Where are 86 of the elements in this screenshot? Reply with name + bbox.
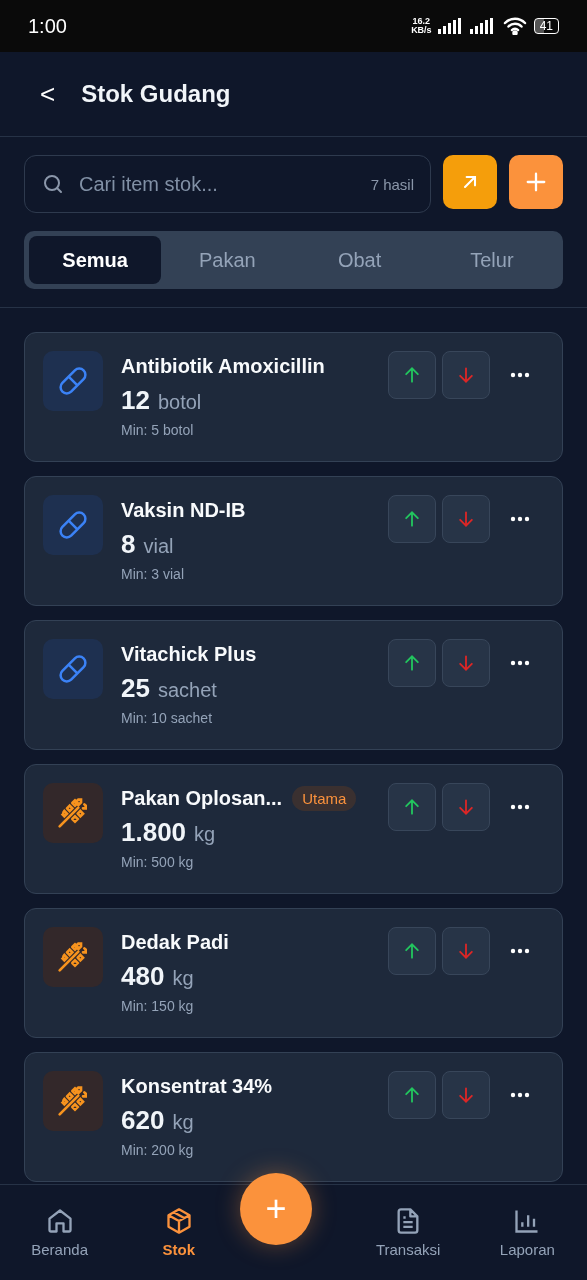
stock-out-button[interactable]: [442, 1071, 490, 1119]
more-icon: [510, 372, 530, 378]
stock-in-button[interactable]: [388, 783, 436, 831]
minimum-stock: Min: 3 vial: [121, 566, 186, 582]
signal-icon: [469, 18, 496, 34]
item-quantity: 25: [121, 673, 150, 704]
export-button[interactable]: [443, 155, 497, 209]
item-tag: Utama: [292, 785, 357, 811]
arrow-up-icon: [402, 797, 422, 817]
wheat-icon: [57, 1085, 89, 1117]
item-unit: vial: [143, 535, 174, 558]
search-bar[interactable]: Cari item stok... 7 hasil: [24, 155, 431, 213]
nav-item[interactable]: Laporan: [467, 1206, 587, 1259]
arrow-down-icon: [456, 1085, 476, 1105]
item-unit: kg: [172, 967, 194, 990]
wheat-icon: [57, 941, 89, 973]
item-name: Dedak Padi: [121, 930, 229, 954]
stock-in-button[interactable]: [388, 927, 436, 975]
battery-indicator: 41: [533, 18, 559, 34]
arrow-down-icon: [456, 509, 476, 529]
result-count: 7 hasil: [370, 175, 414, 193]
minimum-stock: Min: 200 kg: [121, 1142, 195, 1158]
more-icon: [510, 948, 530, 954]
arrow-down-icon: [456, 653, 476, 673]
item-unit: botol: [157, 391, 202, 414]
stock-out-button[interactable]: [442, 495, 490, 543]
stock-in-button[interactable]: [388, 1071, 436, 1119]
search-input[interactable]: Cari item stok...: [77, 171, 359, 197]
item-quantity: 1.800: [121, 817, 187, 848]
item-name: Vitachick Plus: [121, 642, 257, 666]
page-title: Stok Gudang: [81, 80, 231, 108]
nav-item[interactable]: Stok: [119, 1206, 239, 1259]
more-icon: [510, 804, 530, 810]
minimum-stock: Min: 500 kg: [121, 854, 195, 870]
arrow-down-icon: [456, 797, 476, 817]
arrow-down-icon: [456, 365, 476, 385]
network-speed: 16.2 KB/s: [411, 17, 432, 35]
arrow-up-icon: [402, 509, 422, 529]
more-icon: [510, 660, 530, 666]
category-tab[interactable]: Semua: [29, 236, 162, 284]
search-icon: [41, 172, 65, 196]
wifi-icon: [501, 17, 528, 35]
stock-in-button[interactable]: [388, 495, 436, 543]
signal-icon: [437, 18, 464, 34]
stock-out-button[interactable]: [442, 351, 490, 399]
item-name: Antibiotik Amoxicillin: [121, 354, 325, 378]
category-tab[interactable]: Telur: [425, 236, 558, 284]
more-icon: [510, 1092, 530, 1098]
pill-icon: [58, 510, 88, 540]
nav-item[interactable]: Transaksi: [348, 1206, 468, 1259]
item-name: Vaksin ND-IB: [121, 498, 246, 522]
item-quantity: 620: [121, 1105, 165, 1136]
item-unit: sachet: [157, 679, 217, 702]
minimum-stock: Min: 5 botol: [121, 422, 195, 438]
back-button[interactable]: <: [40, 78, 56, 110]
minimum-stock: Min: 150 kg: [121, 998, 195, 1014]
arrow-up-icon: [402, 1085, 422, 1105]
stock-in-button[interactable]: [388, 351, 436, 399]
item-quantity: 480: [121, 961, 165, 992]
arrow-down-icon: [456, 941, 476, 961]
pill-icon: [58, 654, 88, 684]
item-unit: kg: [194, 823, 216, 846]
category-tab[interactable]: Pakan: [161, 236, 294, 284]
item-name: Pakan Oplosan...: [121, 786, 283, 810]
category-tab[interactable]: Obat: [293, 236, 426, 284]
item-quantity: 8: [121, 529, 136, 560]
home-icon: [45, 1207, 74, 1235]
stock-out-button[interactable]: [442, 927, 490, 975]
item-unit: kg: [172, 1111, 194, 1134]
pill-icon: [58, 366, 88, 396]
status-time: 1:00: [28, 14, 67, 38]
minimum-stock: Min: 10 sachet: [121, 710, 214, 726]
box-icon: [164, 1207, 193, 1235]
item-quantity: 12: [121, 385, 150, 416]
stock-out-button[interactable]: [442, 639, 490, 687]
item-name: Konsentrat 34%: [121, 1074, 273, 1098]
stock-in-button[interactable]: [388, 639, 436, 687]
wheat-icon: [57, 797, 89, 829]
plus-icon: [525, 171, 547, 193]
arrow-up-icon: [402, 653, 422, 673]
arrow-up-icon: [402, 941, 422, 961]
arrow-up-icon: [402, 365, 422, 385]
more-icon: [510, 516, 530, 522]
nav-item[interactable]: Beranda: [0, 1206, 120, 1259]
stock-out-button[interactable]: [442, 783, 490, 831]
add-button[interactable]: [509, 155, 563, 209]
